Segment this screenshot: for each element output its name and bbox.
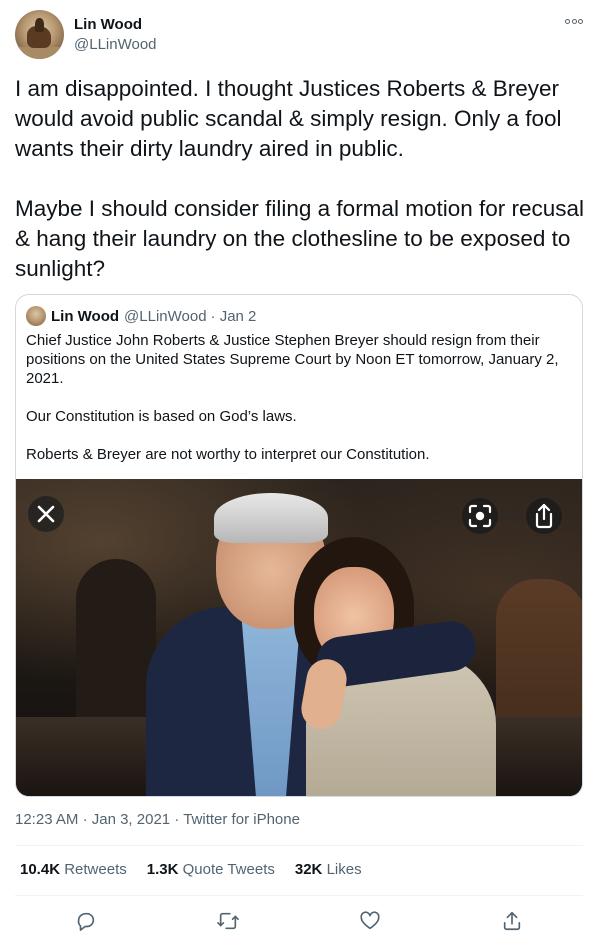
divider [15,845,583,846]
share-icon[interactable] [526,498,562,534]
close-icon[interactable] [28,496,64,532]
retweets-count: 10.4K [20,861,61,878]
meta-separator: · [82,811,92,828]
reply-icon[interactable] [73,908,99,934]
tweet-date[interactable]: Jan 3, 2021 [92,811,170,828]
quoted-avatar[interactable] [26,306,46,326]
tweet-time[interactable]: 12:23 AM [15,811,78,828]
quoted-date[interactable]: · Jan 2 [211,308,257,325]
photo-man-hair [214,493,328,543]
scan-icon[interactable] [462,498,498,534]
divider [15,895,583,896]
retweets-stat[interactable]: 10.4K Retweets [20,861,127,878]
more-icon[interactable] [565,16,583,26]
quoted-tweet[interactable]: Lin Wood @LLinWood · Jan 2 Chief Justice… [15,294,583,797]
quoted-media-photo[interactable] [16,479,582,796]
likes-count: 32K [294,861,323,878]
avatar-ground [15,47,64,59]
quoted-author-handle[interactable]: @LLinWood [124,308,207,325]
tweet-source[interactable]: Twitter for iPhone [183,811,300,828]
author-name[interactable]: Lin Wood [74,16,142,33]
quoted-author-name[interactable]: Lin Wood [51,308,119,325]
quoted-paragraph: Chief Justice John Roberts & Justice Ste… [26,332,559,387]
likes-label: Likes [326,861,362,878]
tweet-stats: 10.4K Retweets 1.3K Quote Tweets 32K Lik… [20,861,362,878]
action-bar [15,906,583,936]
avatar-rider [35,18,44,32]
quote-tweets-label: Quote Tweets [182,861,275,878]
quote-tweets-stat[interactable]: 1.3K Quote Tweets [147,861,275,878]
quoted-paragraph: Our Constitution is based on God’s laws. [26,408,297,425]
quoted-tweet-text: Chief Justice John Roberts & Justice Ste… [26,331,571,483]
like-icon[interactable] [357,908,383,934]
tweet-text: I am disappointed. I thought Justices Ro… [15,76,585,281]
author-handle[interactable]: @LLinWood [74,36,157,53]
quoted-tweet-header: Lin Wood @LLinWood · Jan 2 [26,305,256,327]
quoted-paragraph: Roberts & Breyer are not worthy to inter… [26,446,430,463]
tweet-meta: 12:23 AM · Jan 3, 2021 · Twitter for iPh… [15,811,300,828]
tweet-header: Lin Wood @LLinWood [15,10,585,60]
share-icon[interactable] [499,908,525,934]
retweet-icon[interactable] [215,908,241,934]
likes-stat[interactable]: 32K Likes [295,861,362,878]
quote-tweets-count: 1.3K [146,861,179,878]
meta-separator: · [174,811,184,828]
retweets-label: Retweets [64,861,127,878]
avatar[interactable] [15,10,64,59]
